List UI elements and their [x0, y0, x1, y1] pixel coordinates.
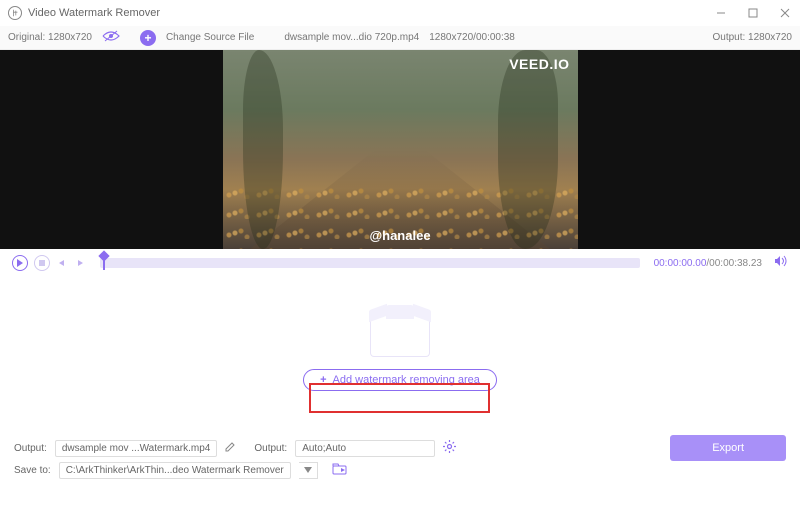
- output-format-field[interactable]: Auto;Auto: [295, 440, 435, 457]
- info-ribbon: Original: 1280x720 + Change Source File …: [0, 26, 800, 50]
- output-format-label: Output:: [254, 443, 287, 454]
- source-fileinfo: 1280x720/00:00:38: [429, 32, 515, 43]
- output-resolution-label: Output: 1280x720: [712, 32, 792, 43]
- watermark-credit: @hanalee: [369, 228, 430, 243]
- saveto-field[interactable]: C:\ArkThinker\ArkThin...deo Watermark Re…: [59, 462, 291, 479]
- video-preview-area: VEED.IO @hanalee: [0, 50, 800, 249]
- playhead-icon[interactable]: [100, 252, 108, 270]
- footer-row-1: Output: dwsample mov ...Watermark.mp4 Ou…: [14, 437, 786, 459]
- video-frame[interactable]: VEED.IO @hanalee: [223, 50, 578, 249]
- volume-icon[interactable]: [774, 254, 788, 272]
- saveto-dropdown-icon[interactable]: [299, 462, 318, 479]
- change-source-label[interactable]: Change Source File: [166, 32, 254, 43]
- app-title: Video Watermark Remover: [28, 7, 714, 19]
- output-file-label: Output:: [14, 443, 47, 454]
- watermark-areas-panel: + Add watermark removing area: [0, 277, 800, 429]
- edit-filename-icon[interactable]: [225, 441, 236, 455]
- add-source-icon[interactable]: +: [140, 30, 156, 46]
- mark-in-icon[interactable]: [56, 257, 68, 269]
- titlebar: Video Watermark Remover: [0, 0, 800, 26]
- mark-out-icon[interactable]: [74, 257, 86, 269]
- close-icon[interactable]: [778, 6, 792, 20]
- original-label: Original: 1280x720: [8, 32, 92, 43]
- footer-row-2: Save to: C:\ArkThinker\ArkThin...deo Wat…: [14, 459, 786, 481]
- ribbon-center: + Change Source File dwsample mov...dio …: [120, 30, 713, 46]
- source-filename: dwsample mov...dio 720p.mp4: [284, 32, 419, 43]
- saveto-label: Save to:: [14, 465, 51, 476]
- add-watermark-area-button[interactable]: + Add watermark removing area: [303, 369, 497, 391]
- open-folder-icon[interactable]: [332, 463, 347, 478]
- play-button-icon[interactable]: [12, 255, 28, 271]
- stop-button-icon[interactable]: [34, 255, 50, 271]
- settings-gear-icon[interactable]: [443, 440, 456, 456]
- time-duration: /00:00:38.23: [706, 258, 762, 269]
- player-controls: 00:00:00.00/00:00:38.23: [0, 249, 800, 277]
- add-watermark-label: Add watermark removing area: [333, 374, 480, 386]
- app-icon: [8, 6, 22, 20]
- minimize-icon[interactable]: [714, 6, 728, 20]
- footer: Output: dwsample mov ...Watermark.mp4 Ou…: [0, 429, 800, 489]
- watermark-brand: VEED.IO: [509, 56, 569, 72]
- output-filename-field[interactable]: dwsample mov ...Watermark.mp4: [55, 440, 218, 457]
- time-display: 00:00:00.00/00:00:38.23: [654, 258, 762, 269]
- timeline[interactable]: [100, 258, 640, 268]
- export-button[interactable]: Export: [670, 435, 786, 461]
- window-controls: [714, 6, 792, 20]
- time-current: 00:00:00.00: [654, 258, 707, 269]
- ribbon-left: Original: 1280x720: [8, 30, 120, 45]
- inbox-icon: [370, 315, 430, 357]
- maximize-icon[interactable]: [746, 6, 760, 20]
- preview-eye-icon[interactable]: [102, 30, 120, 45]
- plus-icon: +: [320, 374, 326, 386]
